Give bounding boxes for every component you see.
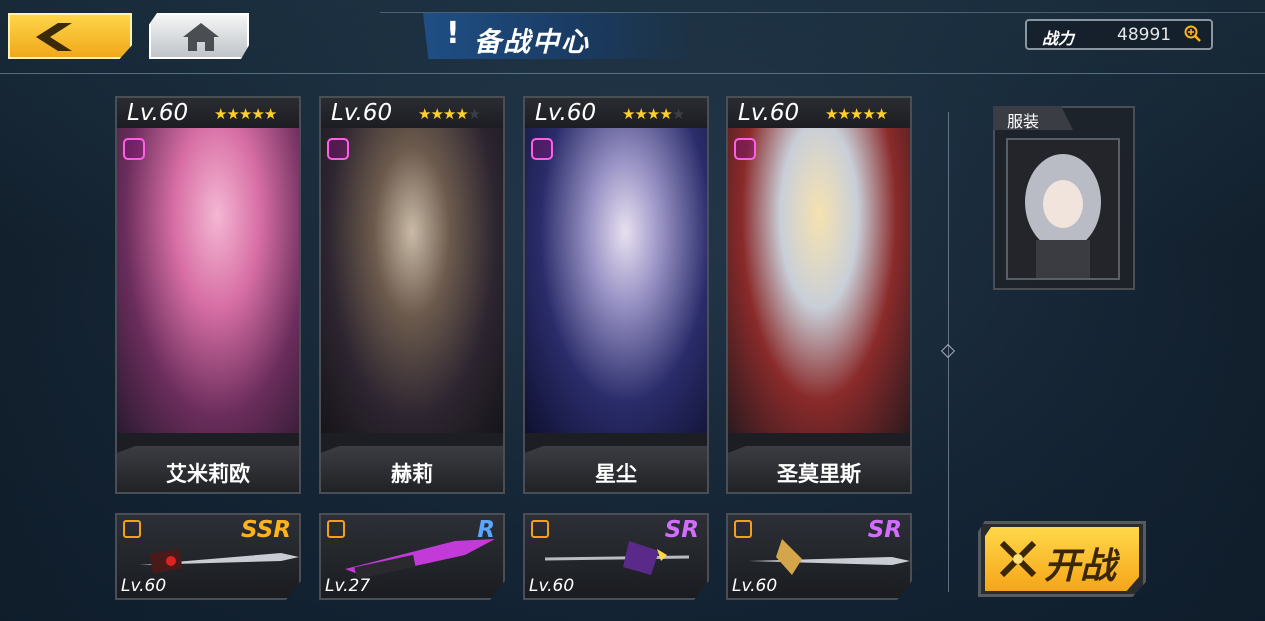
weapon-level: Lv.27 (325, 576, 371, 596)
weapon-level: Lv.60 (732, 576, 778, 596)
weapon-image (345, 539, 495, 580)
weapon-image (544, 541, 690, 575)
star-filled-icon: ★ (825, 105, 838, 123)
costume-portrait (1008, 140, 1118, 278)
home-button[interactable] (149, 13, 249, 59)
star-empty-icon: ★ (671, 105, 685, 123)
weapon-image (139, 548, 299, 574)
home-icon (183, 23, 219, 51)
header-top-line (380, 12, 1265, 13)
hero-level: Lv.60 (127, 100, 189, 126)
hero-name: 圣莫里斯 (777, 462, 861, 486)
title-mark: ! (446, 16, 460, 51)
hero-name: 艾米莉欧 (166, 462, 250, 486)
zoom-in-icon[interactable] (1184, 25, 1202, 43)
star-filled-icon: ★ (418, 105, 431, 123)
star-filled-icon: ★ (442, 105, 456, 123)
star-empty-icon: ★ (467, 105, 481, 123)
star-filled-icon: ★ (862, 105, 875, 123)
star-rating: ★★★★★ (825, 105, 888, 123)
star-filled-icon: ★ (849, 105, 863, 123)
star-rating: ★★★★★ (214, 105, 277, 123)
power-value: 48991 (1117, 25, 1172, 45)
star-filled-icon: ★ (622, 105, 635, 123)
star-filled-icon: ★ (634, 105, 647, 123)
hero-level: Lv.60 (331, 100, 393, 126)
star-filled-icon: ★ (263, 105, 277, 123)
hero-card-1[interactable]: Lv.60 ★★★★★ 艾米莉欧 (115, 96, 301, 494)
rank-icon (531, 138, 553, 160)
hero-card-2[interactable]: Lv.60 ★★★★★ 赫莉 (319, 96, 505, 494)
star-filled-icon: ★ (238, 105, 252, 123)
rank-icon (327, 138, 349, 160)
star-rating: ★★★★★ (622, 105, 685, 123)
rank-icon (123, 138, 145, 160)
start-battle-label: 开战 (1044, 546, 1117, 587)
chevron-left-icon (36, 23, 72, 51)
star-filled-icon: ★ (251, 105, 264, 123)
back-button[interactable] (8, 13, 132, 59)
crossed-swords-icon (999, 540, 1037, 578)
star-filled-icon: ★ (874, 105, 888, 123)
star-filled-icon: ★ (659, 105, 672, 123)
weapon-level: Lv.60 (529, 576, 575, 596)
weapon-card-2[interactable]: R Lv.27 (319, 513, 505, 600)
hero-name: 星尘 (595, 462, 637, 486)
star-filled-icon: ★ (455, 105, 468, 123)
star-rating: ★★★★★ (418, 105, 481, 123)
power-label: 战力 (1042, 29, 1075, 48)
star-filled-icon: ★ (430, 105, 443, 123)
star-filled-icon: ★ (214, 105, 227, 123)
star-filled-icon: ★ (837, 105, 850, 123)
hero-card-4[interactable]: Lv.60 ★★★★★ 圣莫里斯 (726, 96, 912, 494)
star-filled-icon: ★ (646, 105, 660, 123)
page-title: 备战中心 (474, 27, 590, 58)
weapon-level: Lv.60 (121, 576, 167, 596)
costume-slot[interactable] (1006, 138, 1120, 280)
rank-icon (734, 138, 756, 160)
weapon-card-4[interactable]: SR Lv.60 (726, 513, 912, 600)
weapon-card-3[interactable]: SR Lv.60 (523, 513, 709, 600)
weapon-card-1[interactable]: SSR Lv.60 (115, 513, 301, 600)
hero-level: Lv.60 (738, 100, 800, 126)
hero-name: 赫莉 (391, 462, 433, 486)
hero-level: Lv.60 (535, 100, 597, 126)
hero-card-3[interactable]: Lv.60 ★★★★★ 星尘 (523, 96, 709, 494)
header-divider (0, 73, 1265, 74)
costume-label: 服装 (1007, 112, 1040, 131)
weapon-image (748, 539, 910, 575)
star-filled-icon: ★ (226, 105, 239, 123)
